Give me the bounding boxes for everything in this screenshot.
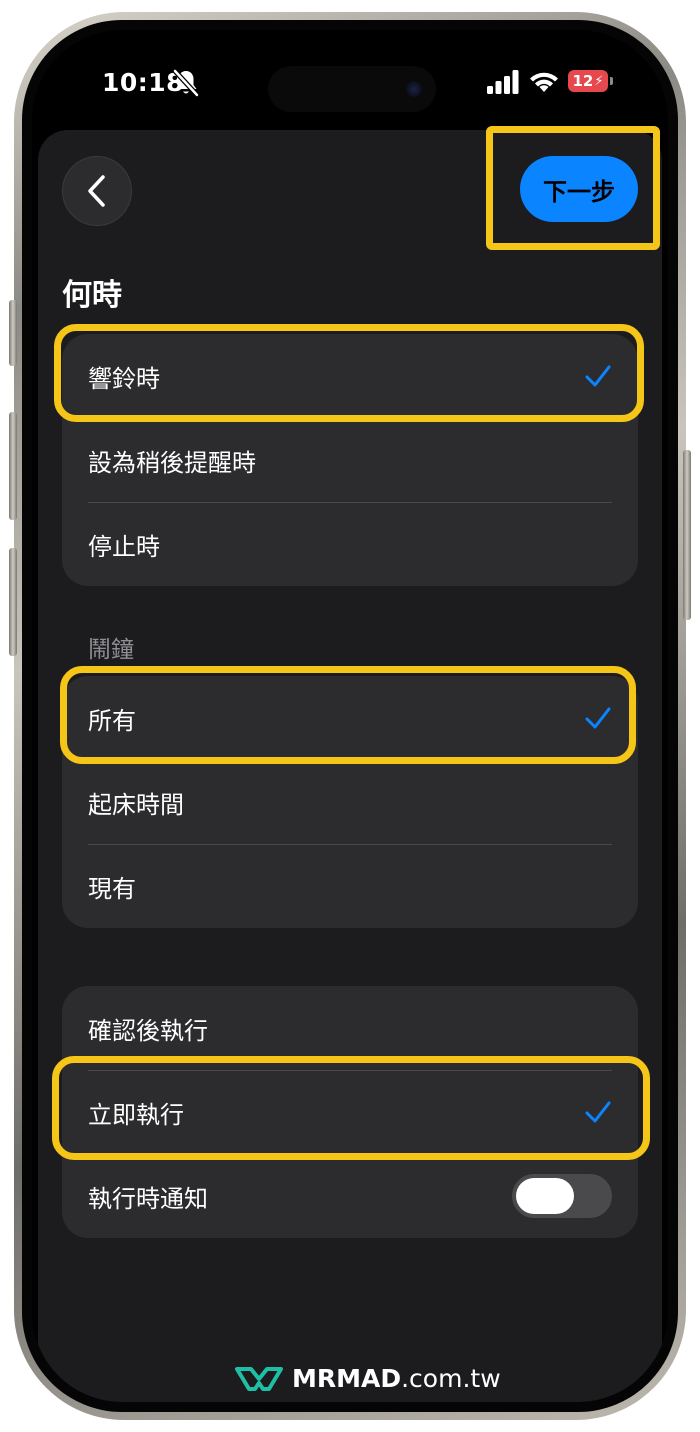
checkmark-icon bbox=[585, 707, 611, 729]
battery-indicator: 12 ⚡ bbox=[568, 70, 608, 92]
action-button bbox=[9, 300, 17, 366]
option-alarm-wake-up[interactable]: 起床時間 bbox=[62, 760, 638, 844]
camera-icon bbox=[406, 81, 422, 97]
checkmark-icon bbox=[585, 1101, 611, 1123]
power-button bbox=[683, 450, 691, 620]
notify-when-run-label: 執行時通知 bbox=[88, 1184, 208, 1213]
wifi-icon bbox=[530, 72, 558, 92]
watermark-brand: MRMAD bbox=[292, 1364, 402, 1393]
when-section-title: 何時 bbox=[62, 278, 122, 313]
dynamic-island bbox=[268, 66, 436, 112]
back-button[interactable] bbox=[62, 156, 132, 226]
battery-level: 12 bbox=[572, 72, 594, 90]
volume-down-button bbox=[9, 548, 17, 656]
watermark: MRMAD .com.tw bbox=[234, 1364, 501, 1393]
when-options-group: 響鈴時 設為稍後提醒時 停止時 bbox=[62, 334, 638, 586]
option-label: 現有 bbox=[88, 874, 136, 903]
chevron-left-icon bbox=[88, 175, 105, 207]
option-label: 起床時間 bbox=[88, 790, 184, 819]
watermark-domain: .com.tw bbox=[401, 1364, 501, 1393]
option-run-after-confirm[interactable]: 確認後執行 bbox=[62, 986, 638, 1070]
charging-bolt-icon: ⚡ bbox=[594, 73, 604, 89]
option-label: 響鈴時 bbox=[88, 364, 160, 393]
screen: 10:18 12 ⚡ 下一步 何時 響鈴時 設為稍後提醒時 停止時 鬧鐘 所有 … bbox=[32, 30, 668, 1402]
bell-slash-icon bbox=[173, 69, 199, 97]
notify-when-run-toggle[interactable] bbox=[512, 1174, 612, 1218]
option-label: 設為稍後提醒時 bbox=[88, 448, 256, 477]
option-label: 停止時 bbox=[88, 532, 160, 561]
option-run-immediately[interactable]: 立即執行 bbox=[62, 1070, 638, 1154]
notify-when-run-row: 執行時通知 bbox=[62, 1154, 638, 1238]
battery-nub bbox=[610, 77, 613, 85]
option-label: 所有 bbox=[88, 706, 136, 735]
option-label: 立即執行 bbox=[88, 1100, 184, 1129]
next-button[interactable]: 下一步 bbox=[520, 156, 638, 222]
alarm-options-group: 所有 起床時間 現有 bbox=[62, 676, 638, 928]
option-when-snoozed[interactable]: 設為稍後提醒時 bbox=[62, 418, 638, 502]
run-options-group: 確認後執行 立即執行 執行時通知 bbox=[62, 986, 638, 1238]
automation-trigger-sheet: 下一步 何時 響鈴時 設為稍後提醒時 停止時 鬧鐘 所有 起床時間 現有 確認後… bbox=[38, 130, 662, 1402]
option-label: 確認後執行 bbox=[88, 1016, 208, 1045]
cellular-signal-icon bbox=[487, 70, 519, 94]
checkmark-icon bbox=[585, 365, 611, 387]
mrmad-logo-icon bbox=[235, 1366, 283, 1391]
option-when-ringing[interactable]: 響鈴時 bbox=[62, 334, 638, 418]
toggle-knob bbox=[516, 1178, 574, 1214]
option-alarm-all[interactable]: 所有 bbox=[62, 676, 638, 760]
alarm-section-label: 鬧鐘 bbox=[88, 637, 134, 663]
option-when-stopped[interactable]: 停止時 bbox=[62, 502, 638, 586]
option-alarm-existing[interactable]: 現有 bbox=[62, 844, 638, 928]
volume-up-button bbox=[9, 412, 17, 520]
